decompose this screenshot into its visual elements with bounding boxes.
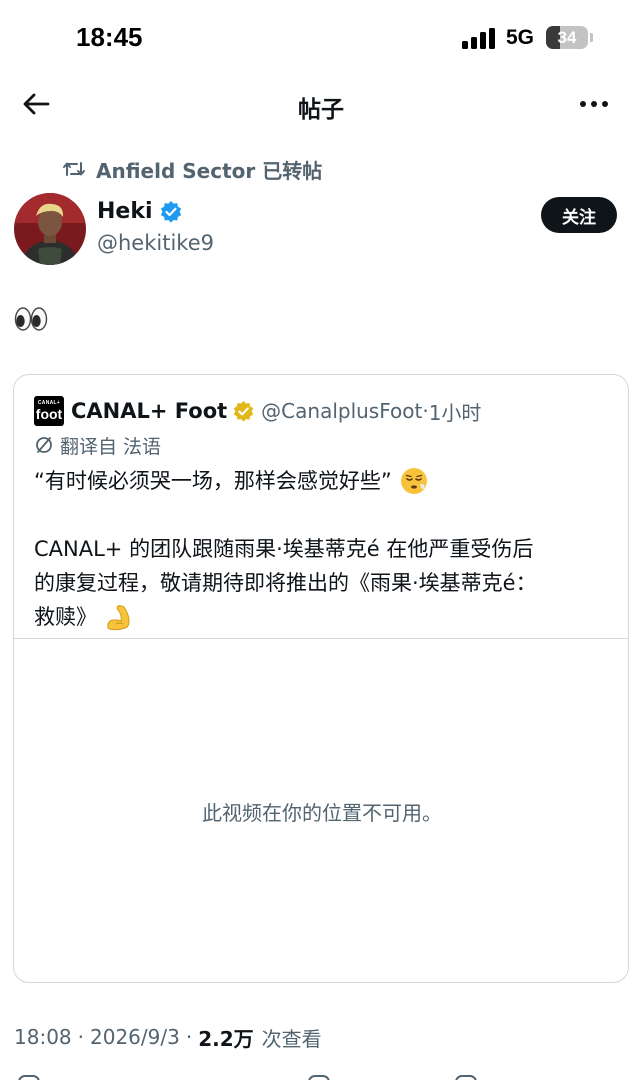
bookmark-icon[interactable] xyxy=(455,1075,477,1080)
battery-percent: 34 xyxy=(557,28,577,47)
author-name-row: Heki xyxy=(97,199,183,224)
repost-icon xyxy=(63,162,85,176)
network-type: 5G xyxy=(506,26,535,49)
post-time: 18:08 xyxy=(14,1025,72,1049)
verified-badge-icon xyxy=(160,200,181,223)
translation-indicator[interactable]: 翻译自 法语 xyxy=(34,431,161,459)
quoted-text-line: 的康复过程，敬请期待即将推出的《雨果·埃基蒂克é： xyxy=(34,566,614,600)
quote-line-4: 救赎》 xyxy=(34,605,97,629)
eyes-emoji-icon xyxy=(14,307,48,331)
quoted-text-line: 救赎》 xyxy=(34,600,614,634)
cellular-signal-icon xyxy=(462,27,496,49)
flexed-biceps-emoji-icon xyxy=(107,605,130,631)
battery-icon: 34 xyxy=(546,26,588,49)
battery-cap xyxy=(590,33,593,42)
canal-foot-logo-icon: CANAL+ foot xyxy=(34,396,64,426)
quoted-author-name: CANAL+ Foot xyxy=(71,399,228,423)
repost-action-icon[interactable] xyxy=(160,1075,182,1080)
post-body: 👀 xyxy=(14,304,48,336)
views-label: 次查看 xyxy=(261,1026,322,1051)
quote-line-1: “有时候必须哭一场，那样会感觉好些” xyxy=(34,469,392,493)
quoted-text-line: CANAL+ 的团队跟随雨果·埃基蒂克é 在他严重受伤后 xyxy=(34,532,614,566)
post-meta: 18:08 · 2026/9/3 · 2.2万 次查看 xyxy=(14,1021,322,1053)
avatar[interactable] xyxy=(14,193,86,265)
meta-separator: · xyxy=(77,1025,84,1049)
relieved-face-emoji-icon xyxy=(400,468,427,494)
quoted-author-handle: @CanalplusFoot xyxy=(261,399,423,423)
quoted-post-header: CANAL+ foot CANAL+ Foot @CanalplusFoot ·… xyxy=(34,395,481,427)
status-time: 18:45 xyxy=(76,22,143,52)
view-count[interactable]: 2.2万 xyxy=(198,1023,253,1052)
avatar-image xyxy=(14,193,86,265)
app-screen: 18:45 5G 34 帖子 Anfield Sector 已转帖 Heki @… xyxy=(0,0,642,1080)
quoted-time: 1小时 xyxy=(428,400,482,425)
video-unavailable-panel[interactable]: 此视频在你的位置不可用。 xyxy=(14,638,628,982)
quote-line-2: CANAL+ 的团队跟随雨果·埃基蒂克é 在他严重受伤后 xyxy=(34,537,534,561)
author-name[interactable]: Heki xyxy=(97,199,153,224)
quoted-post-card[interactable]: CANAL+ foot CANAL+ Foot @CanalplusFoot ·… xyxy=(13,374,629,983)
translate-icon xyxy=(36,437,52,453)
status-bar: 18:45 5G 34 xyxy=(0,0,642,76)
video-unavailable-text: 此视频在你的位置不可用。 xyxy=(202,801,442,825)
more-options-button[interactable] xyxy=(574,84,614,124)
post-date: 2026/9/3 xyxy=(90,1025,180,1049)
follow-button[interactable]: 关注 xyxy=(541,197,617,233)
reply-icon[interactable] xyxy=(18,1075,40,1080)
quote-line-3: 的康复过程，敬请期待即将推出的《雨果·埃基蒂克é： xyxy=(34,571,537,595)
quoted-post-text: “有时候必须哭一场，那样会感觉好些” CANAL+ 的团队跟随雨果·埃基蒂克é … xyxy=(34,464,614,634)
more-horizontal-icon xyxy=(580,101,608,107)
quoted-text-line: “有时候必须哭一场，那样会感觉好些” xyxy=(34,464,614,498)
repost-indicator[interactable]: Anfield Sector 已转帖 xyxy=(62,154,322,184)
repost-text: Anfield Sector 已转帖 xyxy=(96,158,323,183)
page-title: 帖子 xyxy=(298,97,344,123)
top-nav: 帖子 xyxy=(0,76,642,134)
gold-verified-badge-icon xyxy=(233,400,254,422)
action-bar-partial xyxy=(0,1070,642,1080)
author-handle[interactable]: @hekitike9 xyxy=(97,231,214,255)
like-icon[interactable] xyxy=(308,1075,330,1080)
logo-text: foot xyxy=(35,406,63,422)
meta-separator: · xyxy=(185,1025,193,1049)
translation-label: 翻译自 法语 xyxy=(60,435,162,458)
